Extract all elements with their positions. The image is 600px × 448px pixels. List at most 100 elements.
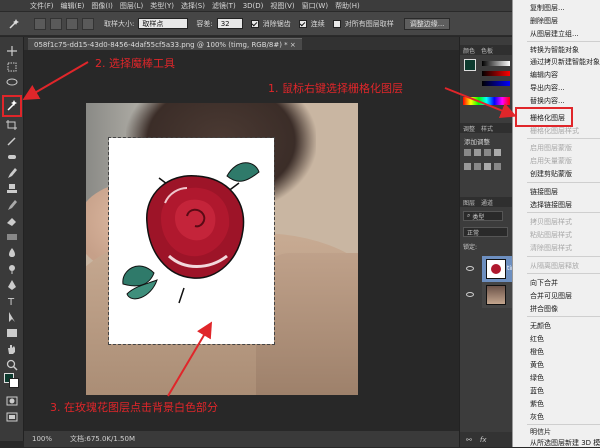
crop-tool-icon[interactable] [5,119,19,131]
menu-view[interactable]: 视图(V) [270,1,294,11]
menu-item-merge-down[interactable]: 向下合并 [513,278,600,288]
menu-item-red[interactable]: 红色 [513,334,600,344]
tab-color[interactable]: 颜色 [463,46,475,55]
zoom-tool-icon[interactable] [5,359,19,371]
tab-styles[interactable]: 样式 [481,124,493,133]
menu-item-create-clipping-mask[interactable]: 创建剪贴蒙版 [513,169,600,179]
tolerance-label: 容差: [196,19,213,28]
menu-image[interactable]: 图像(I) [91,1,113,11]
sample-size-select[interactable]: 取样点 [138,18,189,29]
color-slider[interactable] [482,71,510,76]
color-slider[interactable] [482,81,510,86]
menu-type[interactable]: 类型(Y) [150,1,174,11]
tolerance-input[interactable]: 32 [216,18,243,29]
layers-panel-footer: ⚯ fx [460,432,513,447]
menu-item-select-linked-layers[interactable]: 选择链接图层 [513,200,600,210]
tab-adjustments[interactable]: 调整 [463,124,475,133]
add-selection-button[interactable] [50,17,62,30]
hand-tool-icon[interactable] [5,343,19,355]
menu-item-orange[interactable]: 橙色 [513,347,600,357]
rose-layer-white-background[interactable] [108,137,275,345]
new-selection-button[interactable] [34,17,46,30]
antialias-checkbox[interactable] [250,19,259,28]
antialias-label: 消除锯齿 [262,19,291,28]
menu-window[interactable]: 窗口(W) [302,1,328,11]
color-spectrum-bar[interactable] [463,97,510,105]
brush-tool-icon[interactable] [5,167,19,179]
menu-edit[interactable]: 编辑(E) [61,1,85,11]
color-foreground-preview[interactable] [464,59,476,71]
menu-file[interactable]: 文件(F) [30,1,54,11]
eraser-tool-icon[interactable] [5,215,19,227]
type-tool-icon[interactable]: T [5,295,19,308]
menu-item-flatten-image[interactable]: 拼合图像 [513,304,600,314]
healing-brush-tool-icon[interactable] [5,151,19,163]
menu-item-replace-contents[interactable]: 替换内容... [513,96,600,106]
subtract-selection-button[interactable] [66,17,78,30]
rectangle-tool-icon[interactable] [5,327,19,339]
menu-filter[interactable]: 滤镜(T) [212,1,236,11]
document-tab-bar: 058f1c75-dd15-43d0-8456-4daf55cf5a33.png… [24,37,459,50]
gradient-tool-icon[interactable] [5,231,19,243]
menu-item-group-from-layers[interactable]: 从图层建立组... [513,29,600,39]
menu-item-blue[interactable]: 蓝色 [513,386,600,396]
menu-item-enable-vector-mask: 启用矢量蒙版 [530,157,572,165]
layer-kind-filter[interactable]: ⌕ 类型 [463,211,503,221]
history-brush-tool-icon[interactable] [5,199,19,211]
menu-layer[interactable]: 图层(L) [120,1,143,11]
menu-item-yellow[interactable]: 黄色 [513,360,600,370]
menu-help[interactable]: 帮助(H) [335,1,360,11]
layer-visibility-eye-icon[interactable] [466,266,474,271]
blend-mode-select[interactable]: 正常 [463,227,508,237]
menu-item-no-color[interactable]: 无颜色 [513,321,600,331]
all-layers-checkbox[interactable] [332,19,341,28]
lasso-tool-icon[interactable] [5,77,19,89]
contiguous-checkbox[interactable] [298,19,307,28]
search-icon: ⌕ [467,212,471,219]
menu-item-merge-visible[interactable]: 合并可见图层 [513,291,600,301]
magic-wand-icon[interactable] [8,18,20,30]
refine-edge-button[interactable]: 调整边缘... [403,17,451,30]
menu-3d[interactable]: 3D(D) [243,2,264,10]
menu-select[interactable]: 选择(S) [181,1,205,11]
tab-swatches[interactable]: 色板 [481,46,493,55]
document-tab[interactable]: 058f1c75-dd15-43d0-8456-4daf55cf5a33.png… [28,38,302,50]
dodge-tool-icon[interactable] [5,263,19,275]
menu-item-export-contents[interactable]: 导出内容... [513,83,600,93]
move-tool-icon[interactable] [5,45,19,57]
layer-row-photo[interactable] [482,282,513,308]
menu-item-violet[interactable]: 紫色 [513,399,600,409]
menu-item-link-layers[interactable]: 链接图层 [513,187,600,197]
fx-icon[interactable]: fx [480,436,487,444]
marquee-tool-icon[interactable] [5,61,19,73]
background-color-swatch[interactable] [9,378,19,388]
layer-visibility-eye-icon[interactable] [466,292,474,297]
menu-item-convert-smart-object[interactable]: 转换为智能对象 [513,45,600,55]
link-layers-icon[interactable]: ⚯ [466,436,472,444]
adjustment-icons-row[interactable] [464,149,509,157]
color-slider[interactable] [482,61,510,66]
intersect-selection-button[interactable] [82,17,94,30]
menu-item-edit-contents[interactable]: 编辑内容 [513,70,600,80]
menu-item-postcard[interactable]: 明信片 [513,427,600,437]
stamp-tool-icon[interactable] [5,183,19,195]
tab-channels[interactable]: 通道 [481,198,493,207]
quick-mask-icon[interactable] [5,395,19,407]
menu-item-delete-layer[interactable]: 删除图层 [513,16,600,26]
eyedropper-tool-icon[interactable] [5,135,19,147]
layer-row-rose[interactable]: tim [482,256,517,282]
blur-tool-icon[interactable] [5,247,19,259]
options-bar: 取样大小: 取样点 容差: 32 消除锯齿 连续 对所有图层取样 调整边缘... [0,12,512,36]
menu-item-gray[interactable]: 灰色 [513,412,600,422]
screen-mode-icon[interactable] [5,411,19,423]
document-info: 文档:675.0K/1.50M [70,435,135,443]
zoom-level[interactable]: 100% [32,435,52,443]
pen-tool-icon[interactable] [5,279,19,291]
menu-item-green[interactable]: 绿色 [513,373,600,383]
path-selection-tool-icon[interactable] [5,311,19,323]
tab-layers[interactable]: 图层 [463,198,475,207]
canvas-area[interactable] [24,50,459,431]
adjustment-icons-row[interactable] [464,163,509,171]
menu-item-duplicate-layer[interactable]: 复制图层... [513,3,600,13]
menu-item-new-smart-object-via-copy[interactable]: 通过拷贝新建智能对象 [513,57,600,67]
